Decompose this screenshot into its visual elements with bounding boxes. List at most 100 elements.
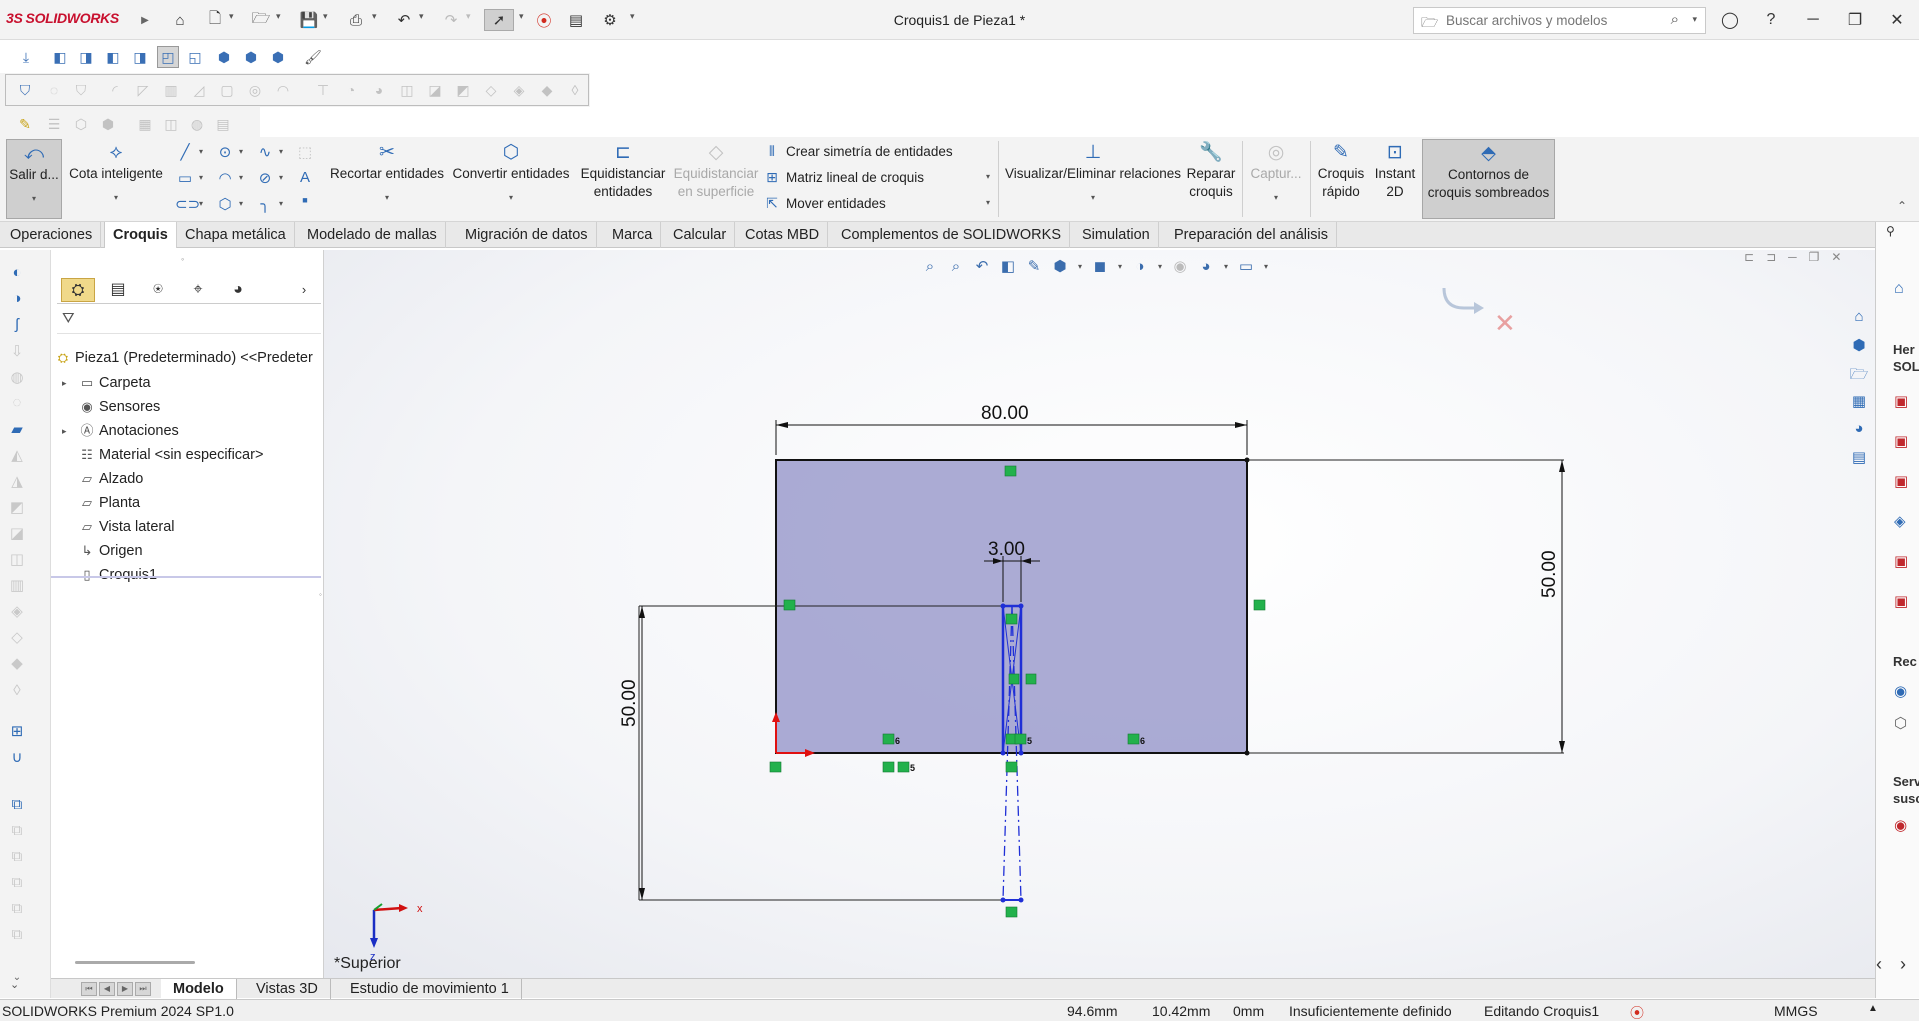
convert-entities-button[interactable]: ⬡ Convertir entidades ▾	[448, 139, 574, 207]
display-manager-tab-icon[interactable]: ◕	[221, 278, 255, 302]
rectangle-tool-icon[interactable]: ▭	[175, 169, 195, 189]
open-dropdown-icon[interactable]: ▾	[276, 11, 281, 22]
sketch-tool-20-icon[interactable]: ⧉	[6, 796, 28, 818]
resource-folder-icon[interactable]: ⬡	[1894, 714, 1907, 732]
search-dropdown-icon[interactable]: ▾	[1692, 14, 1697, 25]
unit-system[interactable]: MMGS	[1774, 1003, 1818, 1019]
combine-icon[interactable]: ◪	[424, 79, 446, 101]
tree-horizontal-scrollbar[interactable]	[75, 961, 195, 964]
unit-system-dropdown-icon[interactable]: ▲	[1868, 1003, 1878, 1014]
tree-item-origen[interactable]: ↳ Origen	[78, 540, 143, 562]
relation-collinear-icon[interactable]	[1014, 733, 1027, 745]
instant2d-button[interactable]: ⊡ Instant 2D	[1370, 139, 1420, 201]
text-tool-icon[interactable]: A	[295, 169, 315, 189]
sketch-tool-10-icon[interactable]: ◩	[6, 498, 28, 520]
view-bottom-icon[interactable]: ◱	[184, 46, 206, 68]
tab-vistas-3d[interactable]: Vistas 3D	[244, 979, 331, 999]
slot-tool-icon[interactable]: ⊂⊃	[175, 195, 200, 215]
solidworks-logo[interactable]: 3S SOLIDWORKS	[6, 10, 119, 26]
filter-icon[interactable]: ⛛	[62, 310, 75, 327]
configuration-manager-tab-icon[interactable]: ⍟	[141, 278, 175, 302]
menu-expand-icon[interactable]: ▶	[134, 9, 156, 31]
relation-horizontal-icon[interactable]	[1004, 465, 1017, 477]
sketch-tool-7-icon[interactable]: ▰	[6, 420, 28, 442]
home-icon[interactable]: ⌂	[169, 9, 191, 31]
last-tab-icon[interactable]: ⏭	[135, 982, 151, 996]
relation-vertical-icon[interactable]	[1253, 599, 1266, 611]
tree-item-sensores[interactable]: ◉ Sensores	[78, 396, 160, 418]
relation-coincident-icon[interactable]	[769, 761, 782, 773]
relation-vertical-icon[interactable]	[1025, 673, 1037, 685]
search-icon[interactable]: ⌕	[1671, 11, 1679, 28]
sketch-point[interactable]	[1000, 603, 1006, 609]
relation-coincident-icon[interactable]	[897, 761, 910, 773]
tree-item-carpeta[interactable]: ▸ ▭ Carpeta	[62, 372, 151, 394]
wrap-icon[interactable]: ◎	[244, 79, 266, 101]
tab-marca[interactable]: Marca	[604, 222, 662, 248]
print-icon[interactable]: ⎙	[345, 9, 367, 31]
tab-migracion-datos[interactable]: Migración de datos	[457, 222, 597, 248]
help-icon[interactable]: ?	[1758, 8, 1784, 32]
tab-cotas-mbd[interactable]: Cotas MBD	[737, 222, 829, 248]
view-isometric-icon[interactable]: ⬢	[213, 46, 235, 68]
view-palette-icon[interactable]: ▦	[1847, 392, 1871, 416]
tree-item-vista-lateral[interactable]: ▱ Vista lateral	[78, 516, 175, 538]
appearances-icon[interactable]: ◕	[1847, 420, 1871, 444]
fillet-sketch-icon[interactable]: ╮	[255, 195, 275, 215]
view-left-icon[interactable]: ◧	[102, 46, 124, 68]
deform-icon[interactable]: ◊	[564, 79, 586, 101]
relation-horizontal-icon[interactable]	[1005, 613, 1018, 625]
sketch-tool-19-icon[interactable]: ∪	[6, 748, 28, 770]
folder-search-icon[interactable]: 🗁	[1421, 12, 1438, 36]
view-back-icon[interactable]: ◨	[75, 46, 97, 68]
extrude-cut-icon[interactable]: ⛉	[70, 79, 92, 101]
curves-icon[interactable]: ◔	[340, 79, 362, 101]
dimension-width-label[interactable]: 80.00	[981, 403, 1029, 424]
exit-sketch-corner-icon[interactable]	[1442, 287, 1474, 310]
tree-item-alzado[interactable]: ▱ Alzado	[78, 468, 143, 490]
task-pane-forward-icon[interactable]: ›	[1900, 954, 1906, 975]
view-dimetric-icon[interactable]: ⬢	[267, 46, 289, 68]
graphics-area[interactable]: ⌕ ⌕ ↶ ◧ ✎ ⬢ ▾ ◼ ▾ ◑ ▾ ◉ ◕ ▾ ▭ ▾ 80.00 50…	[324, 250, 1875, 978]
sketch-tool-9-icon[interactable]: ◮	[6, 472, 28, 494]
shell-icon[interactable]: ▢	[216, 79, 238, 101]
sketch-tool-18-icon[interactable]: ⊞	[6, 722, 28, 744]
offset-entities-button[interactable]: ⊏ Equidistanciar entidades	[578, 139, 668, 201]
rebuild-status-icon[interactable]: ⦿	[1630, 1003, 1644, 1021]
viewport-minimize-icon[interactable]: ─	[1788, 250, 1797, 264]
tool-icon[interactable]: ▣	[1894, 592, 1908, 610]
shaded-contours-button[interactable]: ⬘ Contornos de croquis sombreados	[1422, 139, 1555, 219]
tab-estudio-movimiento[interactable]: Estudio de movimiento 1	[338, 979, 522, 999]
display-relations-button[interactable]: ⊥ Visualizar/Eliminar relaciones ▾	[1002, 139, 1184, 207]
first-tab-icon[interactable]: ⏮	[81, 982, 97, 996]
geometry-analysis-icon[interactable]: ◫	[160, 113, 182, 135]
print-dropdown-icon[interactable]: ▾	[372, 11, 377, 22]
view-top-icon[interactable]: ◰	[157, 46, 179, 68]
tree-item-croquis1[interactable]: ▯ Croquis1	[78, 564, 157, 586]
relation-horizontal-icon[interactable]	[1005, 906, 1018, 918]
smart-dimension-button[interactable]: ⟡ Cota inteligente ▾	[66, 139, 166, 207]
sketch-point[interactable]	[1244, 750, 1250, 756]
search-input[interactable]	[1446, 13, 1656, 28]
redo-icon[interactable]: ↷	[440, 9, 462, 31]
line-tool-icon[interactable]: ╱	[175, 143, 195, 163]
tree-filter[interactable]: ⛛	[57, 306, 321, 334]
view-right-icon[interactable]: ◨	[129, 46, 151, 68]
confirmation-corner[interactable]: ✕	[1442, 287, 1516, 338]
tool-icon[interactable]: ▣	[1894, 392, 1908, 410]
quick-sketch-button[interactable]: ✎ Croquis rápido	[1313, 139, 1369, 201]
fillet-icon[interactable]: ◜	[104, 79, 126, 101]
sketch-point[interactable]	[1000, 897, 1006, 903]
new-dropdown-icon[interactable]: ▾	[229, 11, 234, 22]
options-gear-icon[interactable]: ⚙	[599, 9, 621, 31]
file-explorer-icon[interactable]: 🗁	[1847, 364, 1871, 388]
sketch-tool-13-icon[interactable]: ▥	[6, 576, 28, 598]
tab-preparacion-analisis[interactable]: Preparación del análisis	[1166, 222, 1337, 248]
save-dropdown-icon[interactable]: ▾	[323, 11, 328, 22]
sketch-point[interactable]	[1000, 750, 1006, 756]
sketch-point[interactable]	[1018, 750, 1024, 756]
offset-surface-button[interactable]: ◇ Equidistanciar en superficie	[672, 139, 760, 201]
measure-icon[interactable]: ✎	[14, 113, 36, 135]
tree-item-anotaciones[interactable]: ▸ Ⓐ Anotaciones	[62, 420, 179, 442]
sketch-tool-22-icon[interactable]: ⧉	[6, 848, 28, 870]
